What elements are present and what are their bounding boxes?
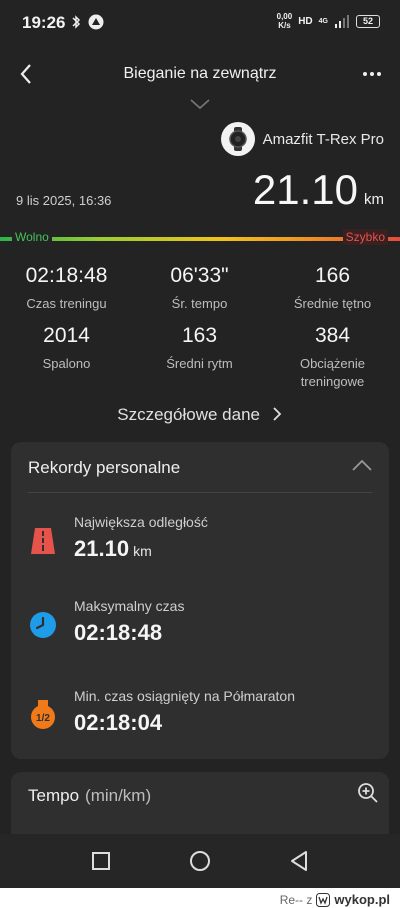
record-max-time: Maksymalny czas 02:18:48 bbox=[28, 598, 368, 658]
workout-date: 9 lis 2025, 16:36 bbox=[16, 193, 112, 208]
svg-text:1/2: 1/2 bbox=[36, 713, 50, 724]
device-info: Amazfit T-Rex Pro bbox=[220, 122, 384, 156]
bluetooth-icon bbox=[72, 15, 81, 29]
half-marathon-medal-icon: 1/2 bbox=[31, 700, 55, 729]
stat-avg-heart-rate: 166 Średnie tętno bbox=[293, 264, 372, 311]
status-system-icons: 0,00 K/s HD 4G 52 bbox=[277, 12, 380, 30]
wykop-logo-icon bbox=[316, 892, 331, 907]
device-name: Amazfit T-Rex Pro bbox=[262, 130, 384, 148]
stat-training-time: 02:18:48 Czas treningu bbox=[25, 264, 108, 311]
status-notification-icons bbox=[70, 14, 104, 30]
watermark-user: Re-- z bbox=[279, 892, 313, 907]
back-triangle-icon[interactable] bbox=[286, 848, 312, 874]
workout-distance: 21.10 km bbox=[253, 166, 384, 214]
personal-records-card: Rekordy personalne Największa odległość … bbox=[11, 442, 389, 759]
stat-training-load: 384 Obciążenie treningowe bbox=[299, 324, 366, 389]
chevron-up-icon[interactable] bbox=[351, 458, 373, 472]
stat-avg-pace: 06'33" Śr. tempo bbox=[170, 264, 229, 311]
system-navigation-bar bbox=[0, 834, 400, 888]
distance-unit: km bbox=[364, 191, 384, 208]
more-options-icon[interactable] bbox=[360, 62, 384, 86]
status-bar: 19:26 0,00 K/s HD 4G 52 bbox=[0, 0, 400, 44]
record-longest-distance: Największa odległość 21.10 km bbox=[28, 514, 368, 574]
stat-avg-cadence: 163 Średni rytm bbox=[166, 324, 233, 371]
signal-icon bbox=[335, 14, 349, 28]
recent-apps-icon[interactable] bbox=[88, 848, 114, 874]
chevron-down-icon[interactable] bbox=[189, 98, 211, 110]
net-speed: 0,00 K/s bbox=[276, 12, 293, 30]
stat-calories: 2014 Spalono bbox=[42, 324, 91, 371]
detailed-data-label: Szczegółowe dane bbox=[117, 405, 260, 424]
records-title: Rekordy personalne bbox=[28, 458, 181, 477]
battery-indicator: 52 bbox=[356, 14, 380, 28]
page-title: Bieganie na zewnątrz bbox=[123, 65, 277, 82]
status-time: 19:26 bbox=[22, 13, 66, 32]
home-icon[interactable] bbox=[187, 848, 213, 874]
app-notification-icon bbox=[88, 14, 104, 30]
pace-fast-label: Szybko bbox=[342, 229, 388, 245]
app-screen: 19:26 0,00 K/s HD 4G 52 Bieganie na zewn… bbox=[0, 0, 400, 888]
road-icon bbox=[31, 528, 55, 554]
top-app-bar: Bieganie na zewnątrz bbox=[0, 52, 400, 96]
watermark: Re-- z wykop.pl bbox=[280, 892, 390, 907]
chevron-right-icon bbox=[273, 407, 281, 421]
detailed-data-link[interactable]: Szczegółowe dane bbox=[0, 405, 400, 425]
network-type: 4G bbox=[318, 17, 328, 25]
watch-icon bbox=[220, 122, 255, 156]
hd-indicator: HD bbox=[298, 15, 313, 27]
clock-icon bbox=[30, 612, 56, 638]
tempo-title: Tempo (min/km) bbox=[28, 786, 152, 805]
pace-slow-label: Wolno bbox=[12, 229, 52, 245]
pace-gradient-bar bbox=[0, 237, 400, 241]
distance-value: 21.10 bbox=[252, 166, 358, 213]
divider bbox=[28, 492, 372, 493]
record-half-marathon: 1/2 Min. czas osiągnięty na Półmaraton 0… bbox=[28, 688, 368, 748]
zoom-in-icon[interactable] bbox=[357, 782, 379, 804]
watermark-site: wykop.pl bbox=[334, 892, 390, 907]
